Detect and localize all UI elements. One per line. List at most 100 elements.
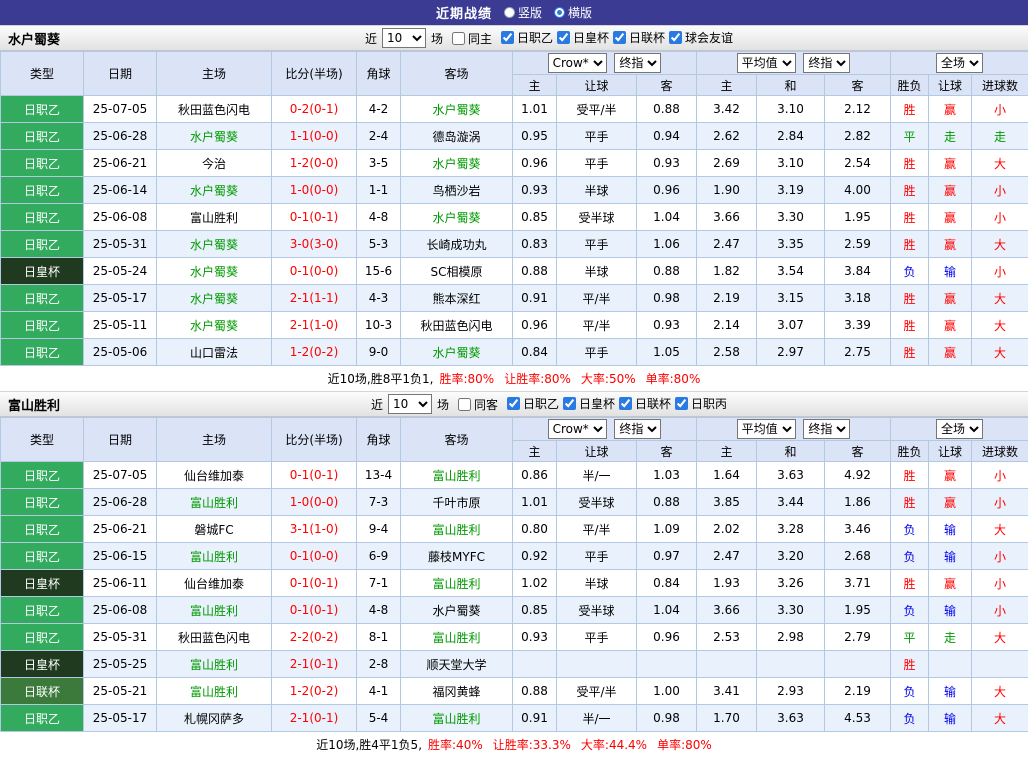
- league-filter-日职乙[interactable]: 日职乙: [507, 395, 559, 412]
- subheader-cell: 让球: [929, 75, 972, 96]
- result-handicap: 走: [929, 624, 972, 651]
- match-date: 25-06-21: [84, 150, 157, 177]
- match-date: 25-06-28: [84, 123, 157, 150]
- layout-vertical-label: 竖版: [518, 4, 542, 21]
- home-team: 富山胜利: [157, 489, 272, 516]
- result-goals: [972, 651, 1028, 678]
- odds-stage-select-2[interactable]: 终指: [803, 53, 850, 73]
- league-type-badge: 日职乙: [1, 312, 84, 339]
- avg-odds-draw: 3.20: [757, 543, 825, 570]
- avg-odds-away: 1.95: [825, 597, 891, 624]
- match-date: 25-06-08: [84, 597, 157, 624]
- col-type: 类型: [1, 418, 84, 462]
- odds-home: 0.88: [513, 678, 557, 705]
- avg-odds-away: 2.19: [825, 678, 891, 705]
- handicap-line: 受半球: [557, 204, 637, 231]
- league-type-badge: 日职乙: [1, 624, 84, 651]
- col-date: 日期: [84, 418, 157, 462]
- league-filter-日皇杯[interactable]: 日皇杯: [563, 395, 615, 412]
- average-select[interactable]: 平均值: [737, 53, 796, 73]
- result-wdl: 负: [891, 705, 929, 732]
- odds-home: 0.85: [513, 597, 557, 624]
- league-checkbox[interactable]: [619, 397, 632, 410]
- odds-stage-select[interactable]: 终指: [614, 419, 661, 439]
- league-checkbox[interactable]: [669, 31, 682, 44]
- handicap-line: 平手: [557, 339, 637, 366]
- match-date: 25-05-21: [84, 678, 157, 705]
- match-date: 25-05-17: [84, 285, 157, 312]
- match-date: 25-07-05: [84, 462, 157, 489]
- rate-stat: 大率:44.4%: [581, 736, 647, 753]
- odds-away: 0.93: [637, 150, 697, 177]
- league-checkbox[interactable]: [563, 397, 576, 410]
- same-venue-filter[interactable]: 同主: [452, 30, 492, 47]
- home-team: 富山胜利: [157, 651, 272, 678]
- result-handicap: 赢: [929, 231, 972, 258]
- period-select[interactable]: 全场: [936, 53, 983, 73]
- filter-bar: 近 10 场 同主 日职乙日皇杯日联杯球会友谊: [365, 28, 733, 48]
- near-label: 近: [365, 30, 377, 47]
- match-count-select[interactable]: 10: [388, 394, 432, 414]
- odds-stage-select[interactable]: 终指: [614, 53, 661, 73]
- odds-away: 0.88: [637, 489, 697, 516]
- result-goals: 小: [972, 258, 1028, 285]
- result-handicap: 输: [929, 705, 972, 732]
- league-checkbox[interactable]: [557, 31, 570, 44]
- bookmaker-select[interactable]: Crow*: [548, 419, 607, 439]
- league-filter-日联杯[interactable]: 日联杯: [613, 29, 665, 46]
- away-team: 水户蜀葵: [401, 150, 513, 177]
- games-label: 场: [431, 30, 443, 47]
- league-filter-日皇杯[interactable]: 日皇杯: [557, 29, 609, 46]
- match-date: 25-06-08: [84, 204, 157, 231]
- same-venue-filter[interactable]: 同客: [458, 396, 498, 413]
- result-goals: 大: [972, 705, 1028, 732]
- result-wdl: 胜: [891, 570, 929, 597]
- result-handicap: 赢: [929, 570, 972, 597]
- odds-away: 0.98: [637, 705, 697, 732]
- average-select[interactable]: 平均值: [737, 419, 796, 439]
- handicap-line: 受半球: [557, 597, 637, 624]
- same-venue-checkbox[interactable]: [458, 398, 471, 411]
- bookmaker-select[interactable]: Crow*: [548, 53, 607, 73]
- league-filter-球会友谊[interactable]: 球会友谊: [669, 29, 733, 46]
- away-team: 水户蜀葵: [401, 597, 513, 624]
- league-filter-日联杯[interactable]: 日联杯: [619, 395, 671, 412]
- league-filter-日职丙[interactable]: 日职丙: [675, 395, 727, 412]
- home-team: 富山胜利: [157, 543, 272, 570]
- score: 0-2(0-1): [272, 96, 357, 123]
- odds-stage-select-2[interactable]: 终指: [803, 419, 850, 439]
- league-checkbox[interactable]: [501, 31, 514, 44]
- avg-odds-away: 1.86: [825, 489, 891, 516]
- corners: 15-6: [357, 258, 401, 285]
- league-filter-日职乙[interactable]: 日职乙: [501, 29, 553, 46]
- avg-odds-home: 2.47: [697, 231, 757, 258]
- league-filters: 日职乙日皇杯日联杯球会友谊: [497, 29, 733, 47]
- match-count-select[interactable]: 10: [382, 28, 426, 48]
- result-wdl: 负: [891, 678, 929, 705]
- games-label: 场: [437, 396, 449, 413]
- league-type-badge: 日职乙: [1, 204, 84, 231]
- league-checkbox[interactable]: [613, 31, 626, 44]
- odds-away: 1.05: [637, 339, 697, 366]
- layout-horizontal-radio[interactable]: 横版: [554, 4, 592, 21]
- corners: 2-4: [357, 123, 401, 150]
- league-checkbox[interactable]: [507, 397, 520, 410]
- results-body: 日职乙25-07-05仙台维加泰0-1(0-1)13-4富山胜利0.86半/一1…: [1, 462, 1028, 732]
- layout-vertical-radio[interactable]: 竖版: [504, 4, 542, 21]
- away-team: 水户蜀葵: [401, 339, 513, 366]
- league-checkbox[interactable]: [675, 397, 688, 410]
- topbar: 近期战绩 竖版 横版: [0, 0, 1028, 25]
- corners: 8-1: [357, 624, 401, 651]
- league-type-badge: 日职乙: [1, 339, 84, 366]
- period-select[interactable]: 全场: [936, 419, 983, 439]
- result-handicap: 输: [929, 597, 972, 624]
- avg-odds-home: 3.42: [697, 96, 757, 123]
- avg-odds-draw: 2.84: [757, 123, 825, 150]
- col-type: 类型: [1, 52, 84, 96]
- match-row: 日皇杯25-05-24水户蜀葵0-1(0-0)15-6SC相模原0.88半球0.…: [1, 258, 1028, 285]
- same-venue-label: 同主: [468, 30, 492, 47]
- away-team: 福冈黄蜂: [401, 678, 513, 705]
- result-wdl: 胜: [891, 339, 929, 366]
- same-venue-checkbox[interactable]: [452, 32, 465, 45]
- subheader-cell: 进球数: [972, 441, 1028, 462]
